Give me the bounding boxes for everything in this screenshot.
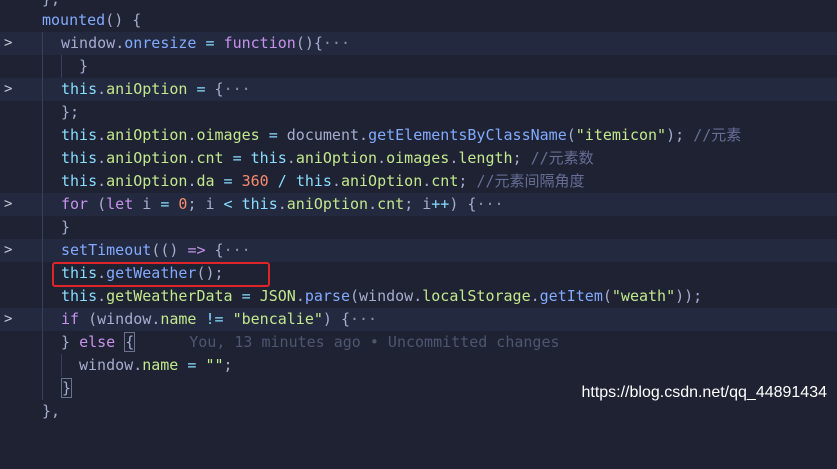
- git-blame-annotation: You, 13 minutes ago • Uncommitted change…: [189, 333, 560, 351]
- chevron-right-icon[interactable]: >: [4, 78, 18, 101]
- code-line: };: [0, 101, 837, 124]
- code-line: this.aniOption.cnt = this.aniOption.oima…: [0, 147, 837, 170]
- code-line: } else {You, 13 minutes ago • Uncommitte…: [0, 331, 837, 354]
- code-line: }: [0, 55, 837, 78]
- code-line: mounted() {: [42, 11, 142, 29]
- watermark: https://blog.csdn.net/qq_44891434: [581, 384, 827, 401]
- chevron-right-icon[interactable]: >: [4, 308, 18, 331]
- code-line: window.name = "";: [0, 354, 837, 377]
- code-line: > window.onresize = function(){···: [0, 32, 837, 55]
- code-line: > for (let i = 0; i < this.aniOption.cnt…: [0, 193, 837, 216]
- code-line: this.aniOption.da = 360 / this.aniOption…: [0, 170, 837, 193]
- chevron-right-icon[interactable]: >: [4, 193, 18, 216]
- code-line: > this.aniOption = {···: [0, 78, 837, 101]
- code-line: this.getWeatherData = JSON.parse(window.…: [0, 285, 837, 308]
- code-editor[interactable]: }; mounted() { > window.onresize = funct…: [0, 0, 837, 420]
- code-line: > if (window.name != "bencalie") {···: [0, 308, 837, 331]
- red-highlight-box: [52, 262, 270, 287]
- chevron-right-icon[interactable]: >: [4, 239, 18, 262]
- code-line: this.aniOption.oimages = document.getEle…: [0, 124, 837, 147]
- code-line: }: [0, 216, 837, 239]
- chevron-right-icon[interactable]: >: [4, 32, 18, 55]
- code-line: > setTimeout(() => {···: [0, 239, 837, 262]
